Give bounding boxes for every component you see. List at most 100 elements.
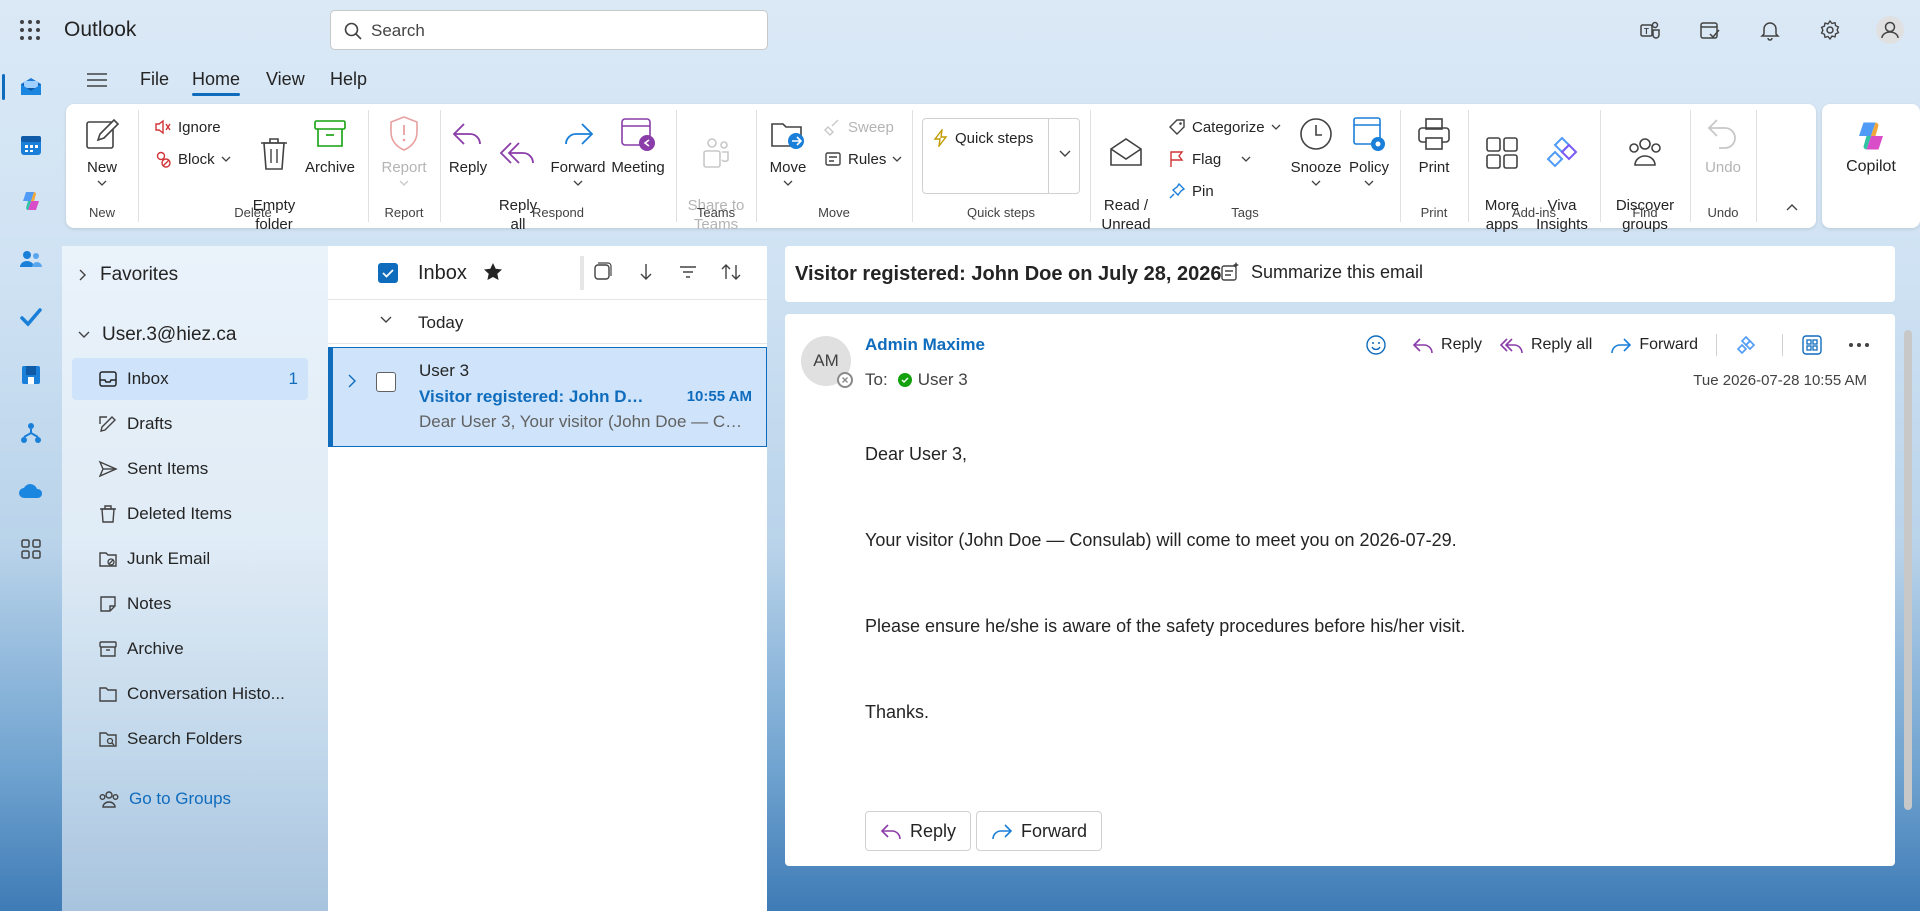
calendar-app-icon[interactable] xyxy=(14,128,48,162)
copilot-app-icon[interactable] xyxy=(14,184,48,218)
folder-icon xyxy=(99,687,117,702)
bottom-reply-button[interactable]: Reply xyxy=(865,811,972,851)
folder-drafts[interactable]: Drafts xyxy=(72,403,308,445)
inbox-icon xyxy=(99,371,117,387)
filter-icon[interactable] xyxy=(678,262,698,282)
teams-icon[interactable]: T xyxy=(1620,10,1680,50)
favorites-header[interactable]: Favorites xyxy=(78,264,178,286)
sender-avatar[interactable]: AM xyxy=(801,336,853,388)
svg-text:T: T xyxy=(1644,27,1649,36)
sort-icon[interactable] xyxy=(720,262,742,282)
message-body: Dear User 3, Your visitor (John Doe — Co… xyxy=(865,444,1465,788)
reply-all-icon xyxy=(1499,338,1523,354)
expand-conversation-icon[interactable] xyxy=(347,374,357,388)
groups-icon xyxy=(99,791,119,808)
jump-to-icon[interactable] xyxy=(636,262,656,282)
more-apps-icon[interactable] xyxy=(14,532,48,566)
summarize-button[interactable]: Summarize this email xyxy=(1219,261,1423,283)
group-label-add-ins: Add-ins xyxy=(1511,205,1557,220)
presence-offline-icon xyxy=(837,372,853,388)
bottom-forward-button[interactable]: Forward xyxy=(976,811,1103,851)
reaction-button[interactable] xyxy=(1365,334,1394,356)
chevron-down-icon xyxy=(380,316,392,324)
group-label-print: Print xyxy=(1420,205,1448,220)
body-closing: Thanks. xyxy=(865,702,930,722)
group-label-undo: Undo xyxy=(1707,205,1739,220)
folder-junk-email[interactable]: Junk Email xyxy=(72,538,308,580)
message-item[interactable]: User 3 Visitor registered: John Doe on J… xyxy=(328,347,767,447)
top-bar: Outlook Search T xyxy=(0,0,1920,60)
group-label-tags: Tags xyxy=(1231,205,1259,220)
reading-subject: Visitor registered: John Doe on July 28,… xyxy=(795,263,1222,285)
viva-icon[interactable] xyxy=(1735,334,1764,356)
tab-view[interactable]: View xyxy=(266,69,305,90)
onenote-app-icon[interactable] xyxy=(14,358,48,392)
archive-icon xyxy=(99,641,117,657)
recipients-line: To: User 3 xyxy=(865,370,968,390)
todo-app-icon[interactable] xyxy=(14,300,48,334)
gear-icon[interactable] xyxy=(1800,10,1860,50)
send-icon xyxy=(98,460,118,478)
bell-icon[interactable] xyxy=(1740,10,1800,50)
reading-forward-button[interactable]: Forward xyxy=(1610,335,1698,355)
message-time: 10:55 AM xyxy=(686,388,752,405)
today-section-header[interactable]: Today xyxy=(328,300,767,344)
people-app-icon[interactable] xyxy=(14,242,48,276)
hamburger-menu-icon[interactable] xyxy=(86,70,108,90)
tab-home[interactable]: Home xyxy=(192,69,241,96)
summarize-icon xyxy=(1221,262,1239,281)
group-label-report: Report xyxy=(384,205,424,220)
message-checkbox[interactable] xyxy=(376,372,396,392)
my-day-icon[interactable] xyxy=(1680,10,1740,50)
tab-file[interactable]: File xyxy=(140,69,169,90)
inbox-unread-count: 1 xyxy=(288,369,298,388)
more-actions-icon[interactable] xyxy=(1848,342,1877,348)
folder-search-folders[interactable]: Search Folders xyxy=(72,718,308,760)
copilot-button[interactable]: Copilot xyxy=(1822,104,1920,228)
ribbon-tabs: File Home View Help xyxy=(66,62,1886,100)
select-all-checkbox[interactable] xyxy=(378,263,398,283)
reply-icon xyxy=(1412,338,1433,354)
folder-sent-items[interactable]: Sent Items xyxy=(72,448,308,490)
go-to-groups-link[interactable]: Go to Groups xyxy=(72,778,308,820)
folder-conversation-history[interactable]: Conversation Histo... xyxy=(72,673,308,715)
message-list-header: Inbox xyxy=(328,246,767,300)
message-list: Inbox Today User 3 Visitor registered: J… xyxy=(328,246,767,911)
search-box[interactable]: Search xyxy=(330,10,768,50)
collapse-ribbon-icon[interactable] xyxy=(1786,204,1798,212)
recipient-name[interactable]: User 3 xyxy=(918,370,968,390)
folder-deleted-items[interactable]: Deleted Items xyxy=(72,493,308,535)
account-avatar-icon[interactable] xyxy=(1860,10,1920,50)
ribbon: New New Ignore Block Empty folder Archiv… xyxy=(66,104,1816,233)
sender-name[interactable]: Admin Maxime xyxy=(865,335,985,355)
org-chart-app-icon[interactable] xyxy=(14,416,48,450)
group-label-move: Move xyxy=(818,205,850,220)
folder-inbox[interactable]: Inbox 1 xyxy=(72,358,308,400)
forward-icon xyxy=(992,824,1013,840)
star-icon[interactable] xyxy=(482,261,504,283)
group-label-new: New xyxy=(88,205,115,220)
reading-reply-all-button[interactable]: Reply all xyxy=(1499,335,1592,355)
search-input[interactable]: Search xyxy=(371,21,425,41)
presence-available-icon xyxy=(897,373,912,387)
reading-reply-button[interactable]: Reply xyxy=(1412,335,1482,355)
reading-pane-scrollbar[interactable] xyxy=(1904,330,1912,810)
reading-pane: AM Admin Maxime To: User 3 Tue 2026-07-2… xyxy=(785,314,1895,866)
folder-notes[interactable]: Notes xyxy=(72,583,308,625)
account-header[interactable]: User.3@hiez.ca xyxy=(78,324,236,346)
select-messages-icon[interactable] xyxy=(592,262,612,282)
apps-icon[interactable] xyxy=(1801,334,1830,356)
copilot-label: Copilot xyxy=(1846,158,1896,175)
trash-icon xyxy=(100,505,116,523)
junk-folder-icon xyxy=(99,552,117,567)
onedrive-app-icon[interactable] xyxy=(14,474,48,508)
tab-help[interactable]: Help xyxy=(330,69,367,90)
folder-archive[interactable]: Archive xyxy=(72,628,308,670)
message-sender: User 3 xyxy=(419,361,470,380)
search-icon xyxy=(343,21,363,41)
forward-icon xyxy=(1611,338,1632,354)
mail-app-icon[interactable] xyxy=(2,70,48,104)
app-launcher-icon[interactable] xyxy=(18,18,42,42)
pencil-icon xyxy=(99,416,116,432)
smiley-icon xyxy=(1366,335,1386,355)
